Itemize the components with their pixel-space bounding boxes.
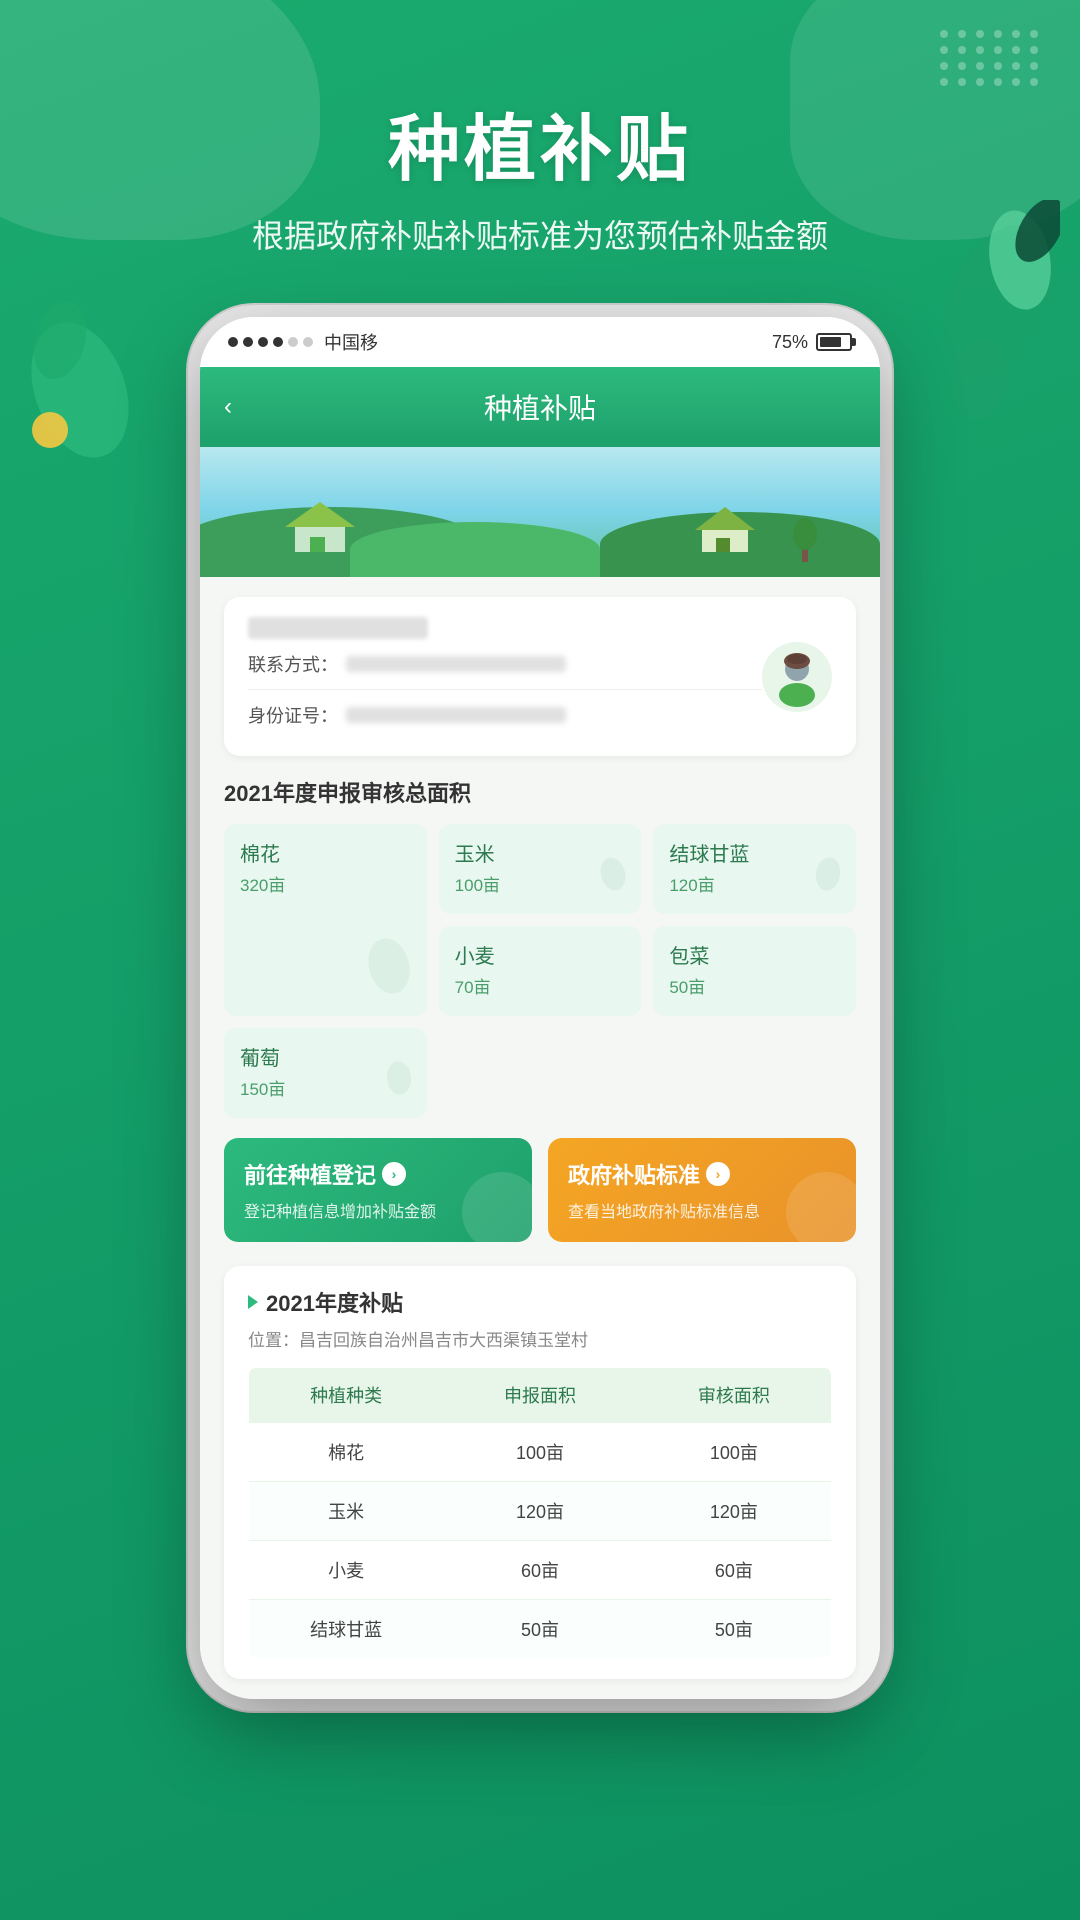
table-cell: 100亩 [637, 1423, 832, 1482]
user-name-blurred [248, 617, 428, 639]
crop-card-cotton: 棉花 320亩 [224, 824, 427, 1016]
contact-label: 联系方式： [248, 651, 338, 677]
subsidy-table: 种植种类 申报面积 审核面积 棉花100亩100亩玉米120亩120亩小麦60亩… [248, 1367, 832, 1659]
hero-landscape [200, 447, 880, 577]
table-header-verified: 审核面积 [637, 1368, 832, 1423]
status-left: 中国移 [228, 329, 378, 355]
table-header-declared: 申报面积 [443, 1368, 637, 1423]
signal-dot-2 [243, 337, 253, 347]
app-header: ‹ 种植补贴 [200, 367, 880, 447]
subsidy-section-title: 2021年度补贴 [248, 1286, 832, 1318]
phone-wrapper: 中国移 75% ‹ 种植补贴 [0, 317, 1080, 1699]
crop-name-pakchoi: 包菜 [669, 940, 840, 969]
house-icon [280, 497, 360, 557]
back-button[interactable]: ‹ [224, 393, 232, 421]
battery-fill [820, 337, 841, 347]
table-cell: 玉米 [249, 1482, 444, 1541]
table-row: 小麦60亩60亩 [249, 1541, 832, 1600]
content-area: 联系方式： 身份证号： [200, 577, 880, 1699]
user-info: 联系方式： 身份证号： [248, 617, 762, 736]
user-id: 身份证号： [248, 702, 762, 728]
divider [248, 689, 762, 690]
app-title-label: 种植补贴 [484, 387, 596, 427]
status-bar: 中国移 75% [200, 317, 880, 367]
subsidy-standard-btn[interactable]: 政府补贴标准 › 查看当地政府补贴标准信息 [548, 1138, 856, 1242]
phone-mockup: 中国移 75% ‹ 种植补贴 [200, 317, 880, 1699]
tree-icon [790, 512, 820, 562]
status-right: 75% [772, 332, 852, 353]
signal-dot-3 [258, 337, 268, 347]
arrow-icon: › [382, 1162, 406, 1186]
crop-grid: 棉花 320亩 玉米 [224, 824, 856, 1118]
table-cell: 60亩 [443, 1541, 637, 1600]
crop-area-cotton: 320亩 [240, 871, 411, 896]
battery-percentage: 75% [772, 332, 808, 353]
header-section: 种植补贴 根据政府补贴补贴标准为您预估补贴金额 [0, 0, 1080, 257]
signal-dot-1 [228, 337, 238, 347]
battery-icon [816, 333, 852, 351]
house-icon-2 [690, 502, 760, 557]
sub-title: 根据政府补贴补贴标准为您预估补贴金额 [0, 211, 1080, 257]
table-row: 玉米120亩120亩 [249, 1482, 832, 1541]
signal-dot-6 [303, 337, 313, 347]
subsidy-title-text: 2021年度补贴 [266, 1286, 403, 1318]
user-contact: 联系方式： [248, 651, 762, 677]
table-row: 棉花100亩100亩 [249, 1423, 832, 1482]
crop-area-wheat: 70亩 [455, 973, 626, 998]
hill-2 [350, 522, 600, 577]
crop-leaf-icon-cabbage [808, 848, 848, 906]
table-row: 结球甘蓝50亩50亩 [249, 1600, 832, 1659]
crop-card-corn: 玉米 100亩 [439, 824, 642, 914]
table-cell: 120亩 [637, 1482, 832, 1541]
table-cell: 100亩 [443, 1423, 637, 1482]
crop-leaf-icon [359, 936, 419, 1008]
main-title: 种植补贴 [0, 90, 1080, 195]
table-cell: 120亩 [443, 1482, 637, 1541]
avatar [762, 642, 832, 712]
triangle-icon [248, 1295, 258, 1309]
crop-card-grape: 葡萄 150亩 [224, 1028, 427, 1118]
crop-area-pakchoi: 50亩 [669, 973, 840, 998]
crop-name-wheat: 小麦 [455, 940, 626, 969]
location-label: 位置：昌吉回族自治州昌吉市大西渠镇玉堂村 [248, 1326, 832, 1351]
user-card: 联系方式： 身份证号： [224, 597, 856, 756]
crop-card-pakchoi: 包菜 50亩 [653, 926, 856, 1016]
crop-leaf-icon-grape [379, 1052, 419, 1110]
table-cell: 50亩 [637, 1600, 832, 1659]
signal-dot-5 [288, 337, 298, 347]
table-cell: 60亩 [637, 1541, 832, 1600]
crop-name-cotton: 棉花 [240, 838, 411, 867]
id-value-blurred [346, 707, 566, 723]
planting-register-btn[interactable]: 前往种植登记 › 登记种植信息增加补贴金额 [224, 1138, 532, 1242]
id-label: 身份证号： [248, 702, 338, 728]
carrier-label: 中国移 [324, 329, 378, 355]
area-section-title: 2021年度申报审核总面积 [224, 776, 856, 808]
crop-leaf-icon-corn [593, 848, 633, 906]
signal-dot-4 [273, 337, 283, 347]
contact-value-blurred [346, 656, 566, 672]
table-cell: 结球甘蓝 [249, 1600, 444, 1659]
table-header-crop: 种植种类 [249, 1368, 444, 1423]
table-cell: 50亩 [443, 1600, 637, 1659]
subsidy-section: 2021年度补贴 位置：昌吉回族自治州昌吉市大西渠镇玉堂村 种植种类 申报面积 … [224, 1266, 856, 1679]
crop-card-wheat: 小麦 70亩 [439, 926, 642, 1016]
table-cell: 棉花 [249, 1423, 444, 1482]
arrow-icon-2: › [706, 1162, 730, 1186]
crop-card-cabbage: 结球甘蓝 120亩 [653, 824, 856, 914]
action-row: 前往种植登记 › 登记种植信息增加补贴金额 政府补贴标准 › 查看当地政府补贴标… [224, 1138, 856, 1242]
table-cell: 小麦 [249, 1541, 444, 1600]
